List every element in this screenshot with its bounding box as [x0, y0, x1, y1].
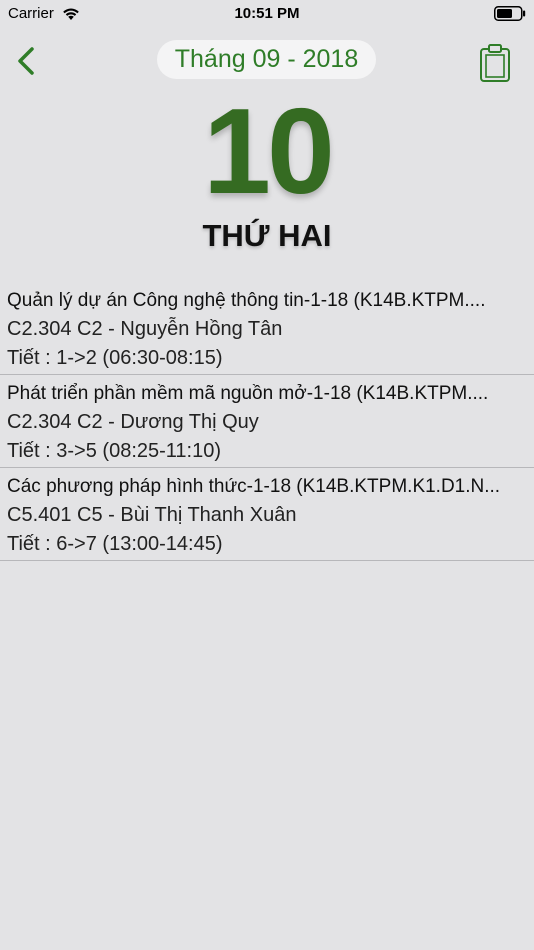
schedule-list: Quản lý dự án Công nghệ thông tin-1-18 (…: [0, 282, 534, 561]
day-number: 10: [203, 83, 335, 219]
class-room-teacher: C2.304 C2 - Dương Thị Quy: [7, 411, 259, 433]
schedule-item[interactable]: Quản lý dự án Công nghệ thông tin-1-18 (…: [0, 282, 534, 375]
month-selector[interactable]: Tháng 09 - 2018: [157, 40, 376, 79]
status-bar: Carrier 10:51 PM: [0, 0, 534, 30]
chevron-left-icon: [18, 47, 34, 75]
status-time: 10:51 PM: [234, 5, 300, 22]
class-room-teacher: C2.304 C2 - Nguyễn Hồng Tân: [7, 318, 283, 340]
class-period: Tiết : 1->2 (06:30-08:15): [7, 347, 223, 369]
clipboard-button[interactable]: [478, 43, 512, 83]
schedule-item[interactable]: Phát triển phần mềm mã nguồn mở-1-18 (K1…: [0, 375, 534, 468]
back-button[interactable]: [12, 44, 44, 78]
class-title: Các phương pháp hình thức-1-18 (K14B.KTP…: [7, 476, 501, 497]
class-period: Tiết : 3->5 (08:25-11:10): [7, 440, 222, 462]
class-period: Tiết : 6->7 (13:00-14:45): [7, 533, 223, 555]
weekday-label: THỨ HAI: [202, 218, 332, 253]
clipboard-icon: [480, 44, 510, 82]
class-room-teacher: C5.401 C5 - Bùi Thị Thanh Xuân: [7, 504, 297, 526]
class-title: Quản lý dự án Công nghệ thông tin-1-18 (…: [7, 290, 486, 311]
class-title: Phát triển phần mềm mã nguồn mở-1-18 (K1…: [7, 383, 489, 404]
battery-icon: [494, 6, 526, 21]
schedule-item[interactable]: Các phương pháp hình thức-1-18 (K14B.KTP…: [0, 468, 534, 561]
navigation-bar: Tháng 09 - 2018: [0, 36, 534, 86]
